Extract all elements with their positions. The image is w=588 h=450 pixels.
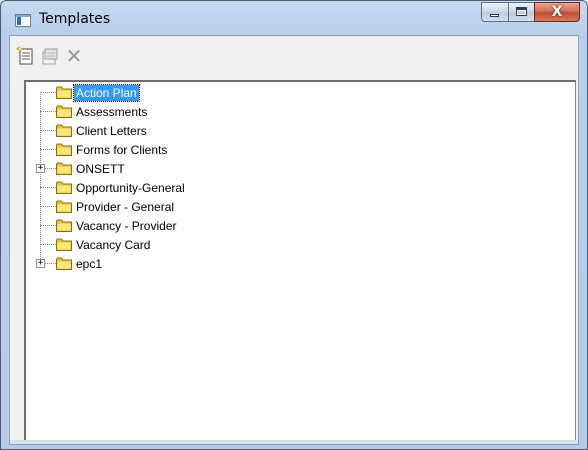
tree-branch-line	[40, 244, 56, 245]
tree-branch-line	[40, 111, 56, 112]
window-title: Templates	[39, 11, 111, 27]
maximize-button[interactable]	[508, 2, 534, 22]
close-button[interactable]: X	[534, 2, 580, 22]
folder-icon	[56, 86, 72, 99]
delete-button[interactable]: ✕	[64, 46, 84, 66]
properties-icon	[42, 48, 58, 65]
close-icon: X	[551, 4, 563, 20]
tree-item[interactable]: Opportunity-General	[26, 178, 326, 197]
tree-item-label[interactable]: Assessments	[74, 104, 149, 120]
tree-item[interactable]: Vacancy Card	[26, 235, 326, 254]
minimize-button[interactable]	[481, 2, 508, 22]
tree-item[interactable]: Vacancy - Provider	[26, 216, 326, 235]
folder-icon	[56, 181, 72, 194]
toolbar: ✕	[10, 36, 578, 78]
tree-branch-line	[40, 206, 56, 207]
tree-item-label[interactable]: Forms for Clients	[74, 142, 169, 158]
tree-item[interactable]: Action Plan	[26, 83, 326, 102]
template-tree-panel[interactable]: Action Plan Assessments Client Letters Form…	[24, 80, 576, 442]
tree-branch-line	[40, 130, 56, 131]
tree-item-label[interactable]: Provider - General	[74, 199, 176, 215]
tree-item[interactable]: + ONSETT	[26, 159, 326, 178]
tree-item-label[interactable]: Opportunity-General	[74, 180, 187, 196]
templates-window: Templates X ✕ Action Plan Assessments Cl…	[0, 0, 588, 450]
window-app-icon	[15, 14, 31, 27]
tree-branch-line	[40, 187, 56, 188]
folder-icon	[56, 143, 72, 156]
folder-icon	[56, 124, 72, 137]
folder-icon	[56, 257, 72, 270]
folder-icon	[56, 200, 72, 213]
tree-branch-line	[40, 225, 56, 226]
properties-button[interactable]	[40, 46, 60, 66]
template-tree: Action Plan Assessments Client Letters Form…	[26, 82, 575, 441]
tree-item-label[interactable]: Client Letters	[74, 123, 149, 139]
tree-item[interactable]: + epc1	[26, 254, 326, 273]
tree-branch-line	[40, 92, 56, 93]
tree-item-label[interactable]: ONSETT	[74, 161, 127, 177]
window-bottom-edge	[10, 440, 578, 444]
tree-item[interactable]: Assessments	[26, 102, 326, 121]
expand-plus-icon[interactable]: +	[36, 164, 45, 173]
expand-plus-icon[interactable]: +	[36, 259, 45, 268]
tree-item-label[interactable]: Vacancy - Provider	[74, 218, 178, 234]
folder-icon	[56, 238, 72, 251]
tree-item-label[interactable]: Vacancy Card	[74, 237, 152, 253]
new-template-button[interactable]	[16, 46, 36, 66]
tree-item[interactable]: Forms for Clients	[26, 140, 326, 159]
delete-icon: ✕	[65, 44, 83, 68]
tree-item[interactable]: Client Letters	[26, 121, 326, 140]
tree-item[interactable]: Provider - General	[26, 197, 326, 216]
caption-buttons: X	[481, 2, 580, 22]
folder-icon	[56, 162, 72, 175]
minimize-icon	[490, 14, 499, 17]
tree-branch-line	[40, 149, 56, 150]
tree-item-label[interactable]: epc1	[74, 256, 104, 272]
folder-icon	[56, 219, 72, 232]
new-template-icon	[16, 46, 33, 65]
maximize-icon	[516, 7, 527, 16]
tree-item-label[interactable]: Action Plan	[73, 84, 140, 102]
client-area: ✕ Action Plan Assessments Client Letters Fo…	[9, 35, 579, 445]
folder-icon	[56, 105, 72, 118]
title-bar[interactable]: Templates X	[1, 1, 587, 35]
